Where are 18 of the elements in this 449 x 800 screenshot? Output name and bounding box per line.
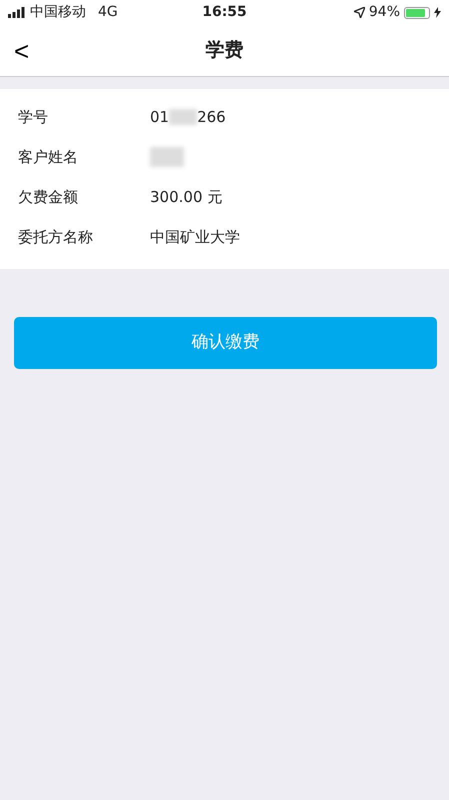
field-label: 学号 [18,106,49,128]
back-button[interactable]: < [0,38,44,64]
signal-icon [8,7,26,18]
field-label: 客户姓名 [18,146,79,168]
battery-icon [404,6,430,18]
field-label: 委托方名称 [18,226,94,248]
carrier-name: 中国移动 [30,3,86,22]
field-value: 300.00 元 [150,186,222,208]
battery-percent: 94% [368,3,400,22]
field-value: 中国矿业大学 [150,226,240,248]
clock-time: 16:55 [202,3,247,22]
location-arrow-icon [354,7,365,18]
network-type: 4G [98,3,118,22]
page-title: 学费 [206,38,244,64]
field-label: 欠费金额 [18,186,79,208]
field-value: 266 [197,106,226,128]
charging-icon [434,7,441,18]
field-value: 01 [150,106,170,128]
